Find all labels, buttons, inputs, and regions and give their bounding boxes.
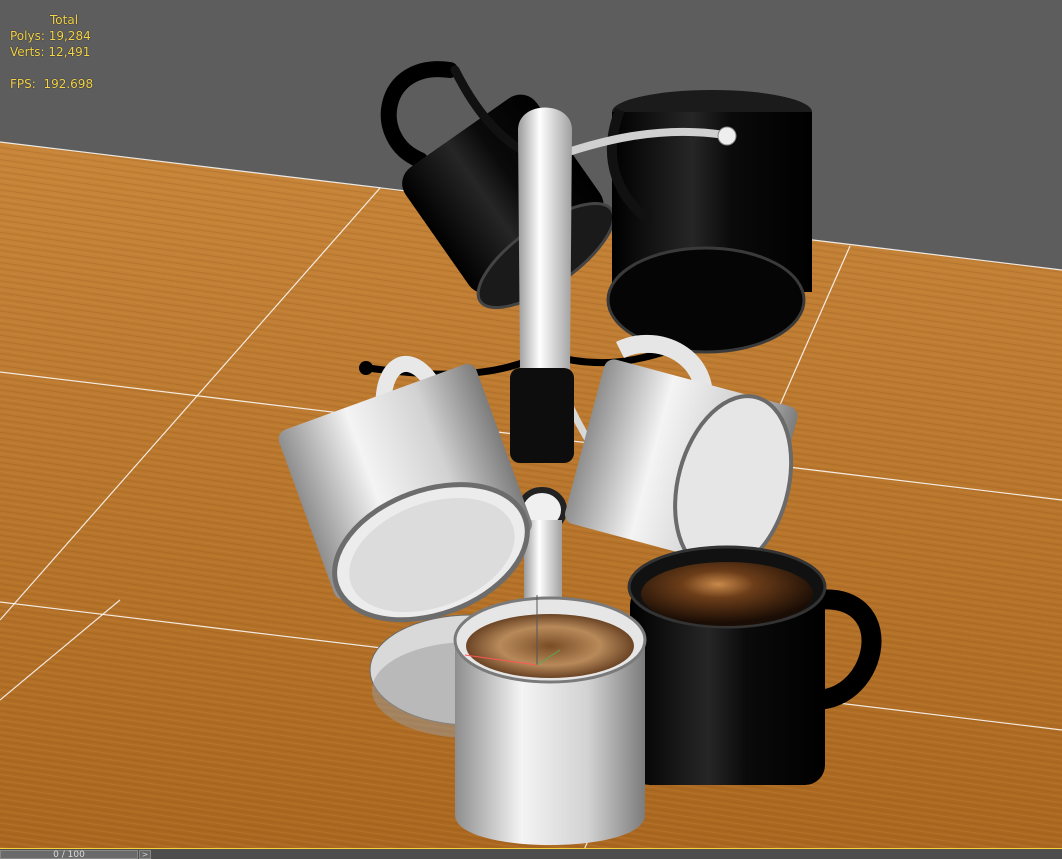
arm-knob-top-right xyxy=(717,126,737,146)
fps-label: FPS: xyxy=(10,77,36,91)
stats-title: Total xyxy=(50,13,79,27)
verts-readout: Verts: 12,491 xyxy=(10,44,93,60)
fps-readout: FPS: 192.698 xyxy=(10,76,93,92)
timeline-bar: 0 / 100 > xyxy=(0,848,1062,859)
arm-knob-left xyxy=(359,361,373,375)
white-coffee-mug xyxy=(453,596,647,845)
polys-label: Polys: xyxy=(10,29,45,43)
time-slider[interactable]: 0 / 100 xyxy=(0,850,138,859)
fps-value: 192.698 xyxy=(43,77,94,91)
next-frame-button[interactable]: > xyxy=(139,850,151,859)
viewport-statistics: Total Polys: 19,284 Verts: 12,491 FPS: 1… xyxy=(10,12,93,92)
polys-readout: Polys: 19,284 xyxy=(10,28,93,44)
verts-label: Verts: xyxy=(10,45,45,59)
3d-viewport[interactable]: Total Polys: 19,284 Verts: 12,491 FPS: 1… xyxy=(0,0,1062,859)
polys-value: 19,284 xyxy=(48,29,91,43)
viewport-scene[interactable] xyxy=(0,0,1062,859)
verts-value: 12,491 xyxy=(48,45,91,59)
